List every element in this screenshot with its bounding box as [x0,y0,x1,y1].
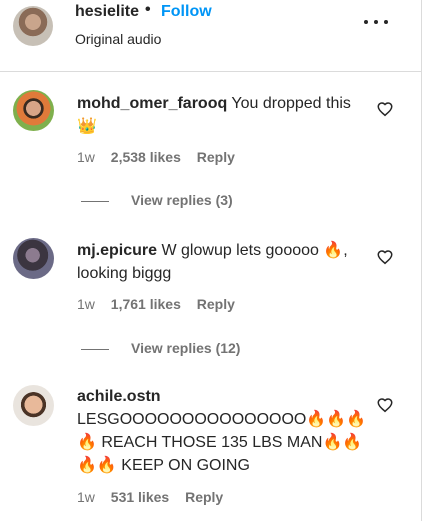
view-replies-button[interactable]: View replies (3) [81,192,233,208]
commenter-avatar[interactable] [13,238,54,279]
comment-text-block: mj.epicure W glowup lets gooooo 🔥, looki… [77,239,367,285]
comment-time[interactable]: 1w [77,149,95,165]
comment-time[interactable]: 1w [77,296,95,312]
audio-label[interactable]: Original audio [75,31,161,47]
view-replies-label: View replies (3) [131,192,233,208]
post-header: hesielite • Follow Original audio [0,0,421,72]
comment-text-block: mohd_omer_farooq You dropped this 👑 [77,92,367,138]
comment-meta: 1w 1,761 likes Reply [77,296,235,312]
reply-button[interactable]: Reply [185,489,223,505]
follow-button[interactable]: Follow [161,3,212,21]
commenter-avatar[interactable] [13,385,54,426]
heart-outline-icon[interactable] [376,248,394,266]
comment-likes[interactable]: 2,538 likes [111,149,181,165]
heart-outline-icon[interactable] [376,396,394,414]
separator-dot: • [145,1,151,18]
replies-line [81,348,109,350]
comment-body: LESGOOOOOOOOOOOOOOO🔥🔥🔥🔥 REACH THOSE 135 … [77,411,367,474]
comment-text-block: achile.ostn LESGOOOOOOOOOOOOOOO🔥🔥🔥🔥 REAC… [77,385,367,477]
comment-username[interactable]: achile.ostn [77,385,367,408]
comment-likes[interactable]: 531 likes [111,489,169,505]
commenter-avatar[interactable] [13,90,54,131]
comment-meta: 1w 2,538 likes Reply [77,149,235,165]
view-replies-label: View replies (12) [131,340,241,356]
author-username[interactable]: hesielite [75,3,139,21]
comment-username[interactable]: mj.epicure [77,242,157,259]
comment-likes[interactable]: 1,761 likes [111,296,181,312]
replies-line [81,200,109,202]
heart-outline-icon[interactable] [376,100,394,118]
view-replies-button[interactable]: View replies (12) [81,340,240,356]
more-options-icon[interactable] [364,14,388,30]
comment-meta: 1w 531 likes Reply [77,489,223,505]
comment-username[interactable]: mohd_omer_farooq [77,95,227,112]
reply-button[interactable]: Reply [197,296,235,312]
author-avatar[interactable] [13,6,53,46]
reply-button[interactable]: Reply [197,149,235,165]
comment-time[interactable]: 1w [77,489,95,505]
